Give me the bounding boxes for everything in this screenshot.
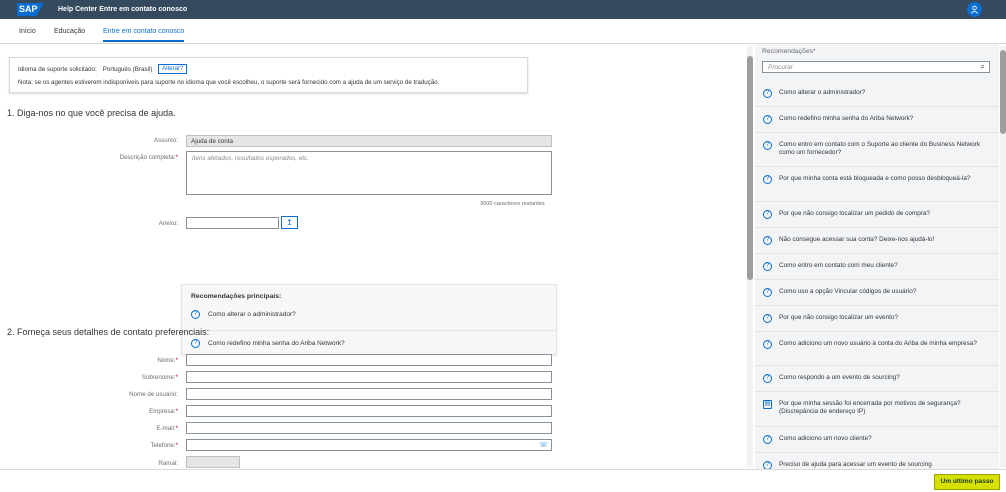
question-icon: ? bbox=[763, 175, 772, 184]
subject-label: Assunto: bbox=[153, 137, 178, 144]
sidebar-scrollbar[interactable] bbox=[1000, 46, 1006, 467]
description-label: Descrição completa:* bbox=[119, 154, 178, 161]
question-icon: ? bbox=[763, 435, 772, 444]
question-icon: ? bbox=[763, 262, 772, 271]
main-scrollbar-thumb[interactable] bbox=[747, 56, 753, 280]
recommendation-item[interactable]: ? Como uso a opção Vincular códigos de us… bbox=[763, 288, 991, 297]
divider bbox=[755, 365, 999, 366]
search-input[interactable]: Procurar ⌕ bbox=[762, 61, 990, 73]
question-icon: ? bbox=[763, 89, 772, 98]
phone-input[interactable]: ☏ bbox=[186, 439, 552, 451]
contact-form: Idioma de suporte solicitado: Português … bbox=[0, 44, 744, 469]
divider bbox=[755, 391, 999, 392]
description-textarea[interactable]: Itens afetados, resultados esperados, et… bbox=[186, 151, 552, 195]
divider bbox=[755, 452, 999, 453]
recommendation-item[interactable]: ? Como alterar o administrador? bbox=[763, 89, 991, 98]
extension-label: Ramal: bbox=[158, 460, 178, 467]
sidebar-scrollbar-thumb[interactable] bbox=[1000, 50, 1006, 134]
recommendation-item[interactable]: ? Por que não consigo localizar um evento… bbox=[763, 314, 991, 323]
username-label: Nome de usuário: bbox=[129, 391, 178, 398]
email-label: E-mail:* bbox=[156, 425, 178, 432]
company-input[interactable] bbox=[186, 405, 552, 417]
question-icon: ? bbox=[763, 210, 772, 219]
divider bbox=[755, 166, 999, 167]
question-icon: ? bbox=[763, 461, 772, 469]
tab-inicio[interactable]: Início bbox=[19, 28, 36, 35]
recommendations-title: Recomendações* bbox=[762, 48, 816, 55]
phone-icon[interactable]: ☏ bbox=[539, 441, 548, 449]
nav-bar: Início Educação Entre em contato conosco bbox=[0, 19, 1006, 44]
footer-bar: Um último passo bbox=[0, 469, 1006, 492]
recommendation-item[interactable]: ? Como adiciono um novo usuário à conta d… bbox=[763, 340, 991, 349]
divider bbox=[755, 279, 999, 280]
top-recommendations: Recomendações principais: ? Como alterar… bbox=[181, 284, 557, 355]
recommendation-item[interactable]: ▤ Por que minha sessão foi encerrada por … bbox=[763, 400, 991, 416]
question-icon: ? bbox=[763, 236, 772, 245]
recommendation-item[interactable]: ? Como redefino minha senha do Ariba Netw… bbox=[763, 115, 991, 124]
recommendation-item[interactable]: ? Como entro em contato com meu cliente? bbox=[763, 262, 991, 271]
last-name-label: Sobrenome:* bbox=[141, 374, 178, 381]
divider bbox=[755, 201, 999, 202]
app-title: Help Center Entre em contato conosco bbox=[58, 6, 188, 13]
last-name-input[interactable] bbox=[186, 371, 552, 383]
attachment-field[interactable] bbox=[186, 217, 279, 229]
translation-note: Nota: se os agentes estiverem indisponív… bbox=[18, 79, 440, 86]
section-1-title: 1. Diga-nos no que você precisa de ajuda… bbox=[7, 108, 176, 118]
language-notice: Idioma de suporte solicitado: Português … bbox=[9, 57, 528, 93]
divider bbox=[755, 426, 999, 427]
recommendation-item[interactable]: ? Como respondo a um evento de sourcing? bbox=[763, 374, 991, 383]
recommendations-panel: Recomendações* Procurar ⌕ ? Como alterar … bbox=[755, 44, 999, 469]
recommendation-item[interactable]: ? Por que minha conta está bloqueada e co… bbox=[763, 175, 991, 184]
divider bbox=[755, 305, 999, 306]
question-icon: ? bbox=[191, 310, 200, 319]
recommendation-item[interactable]: ? Por que não consigo localizar um pedido… bbox=[763, 210, 991, 219]
divider bbox=[182, 330, 556, 331]
question-icon: ? bbox=[763, 374, 772, 383]
subject-field: Ajuda de conta bbox=[186, 135, 552, 147]
first-name-label: Nome:* bbox=[157, 357, 178, 364]
phone-label: Telefone:* bbox=[150, 442, 178, 449]
question-icon: ? bbox=[191, 339, 200, 348]
tab-educacao[interactable]: Educação bbox=[54, 28, 85, 35]
recommendation-item[interactable]: ? Não consegue acessar sua conta? Deixe-n… bbox=[763, 236, 991, 245]
recommendation-item[interactable]: ? Preciso de ajuda para acessar um evento… bbox=[763, 461, 991, 469]
top-recommendations-title: Recomendações principais: bbox=[191, 293, 282, 300]
divider bbox=[755, 106, 999, 107]
section-2-title: 2. Forneça seus detalhes de contato pref… bbox=[7, 327, 210, 337]
company-label: Empresa:* bbox=[149, 408, 178, 415]
language-label: Idioma de suporte solicitado: bbox=[18, 65, 97, 73]
extension-input[interactable] bbox=[186, 456, 240, 468]
shell-bar: SAP Help Center Entre em contato conosco bbox=[0, 0, 1006, 19]
document-icon: ▤ bbox=[763, 400, 772, 409]
recommendation-item[interactable]: ? Como adiciono um novo cliente? bbox=[763, 435, 991, 444]
first-name-input[interactable] bbox=[186, 354, 552, 366]
question-icon: ? bbox=[763, 340, 772, 349]
tab-contato[interactable]: Entre em contato conosco bbox=[103, 28, 185, 42]
char-count: 3000 caracteres restantes bbox=[480, 201, 545, 207]
question-icon: ? bbox=[763, 288, 772, 297]
recommendation-item[interactable]: ? Como entro em contato com o Suporte ao … bbox=[763, 141, 991, 157]
question-icon: ? bbox=[763, 141, 772, 150]
divider bbox=[755, 132, 999, 133]
search-icon[interactable]: ⌕ bbox=[981, 62, 985, 72]
top-recommendation-item[interactable]: ? Como redefino minha senha do Ariba Net… bbox=[191, 339, 345, 348]
main-scrollbar[interactable] bbox=[747, 46, 753, 467]
divider bbox=[755, 227, 999, 228]
language-value: Português (Brasil) bbox=[102, 65, 153, 73]
question-icon: ? bbox=[763, 314, 772, 323]
divider bbox=[755, 253, 999, 254]
attachment-label: Anexo: bbox=[158, 220, 178, 227]
email-field[interactable] bbox=[186, 422, 552, 434]
final-step-button[interactable]: Um último passo bbox=[934, 474, 1000, 490]
username-input[interactable] bbox=[186, 388, 552, 400]
upload-icon[interactable]: ↥ bbox=[281, 216, 298, 229]
divider bbox=[755, 331, 999, 332]
question-icon: ? bbox=[763, 115, 772, 124]
top-recommendation-item[interactable]: ? Como alterar o administrador? bbox=[191, 310, 296, 319]
user-icon[interactable] bbox=[967, 2, 982, 17]
sap-logo[interactable]: SAP bbox=[17, 3, 44, 16]
change-language-button[interactable]: Alterar? bbox=[158, 64, 188, 74]
